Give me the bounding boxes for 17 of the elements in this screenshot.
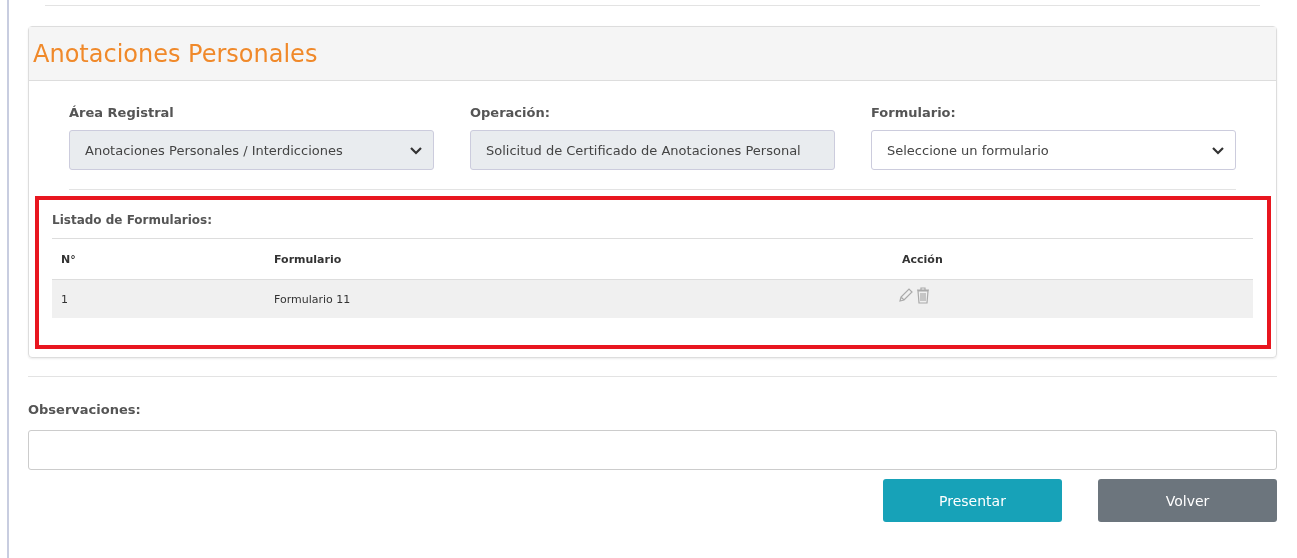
trash-icon[interactable] bbox=[916, 286, 930, 304]
panel-title: Anotaciones Personales bbox=[33, 39, 318, 68]
field-label: Área Registral bbox=[69, 105, 175, 120]
column-header: Acción bbox=[901, 252, 944, 266]
table-cell-text: Formulario 11 bbox=[273, 292, 352, 306]
chevron-down-icon bbox=[409, 145, 423, 155]
field-label: Operación: bbox=[470, 105, 551, 120]
column-header: Formulario bbox=[273, 252, 343, 266]
table-cell-text: 1 bbox=[60, 292, 69, 306]
chevron-down-icon bbox=[1211, 145, 1225, 155]
input-field[interactable] bbox=[28, 430, 1277, 470]
pencil-icon[interactable] bbox=[898, 287, 914, 303]
back-button[interactable]: Volver bbox=[1098, 479, 1277, 522]
column-header: N° bbox=[60, 252, 77, 266]
field-label: Observaciones: bbox=[28, 402, 142, 417]
select-field[interactable]: Seleccione un formulario bbox=[871, 130, 1236, 170]
field-label: Formulario: bbox=[871, 105, 957, 120]
